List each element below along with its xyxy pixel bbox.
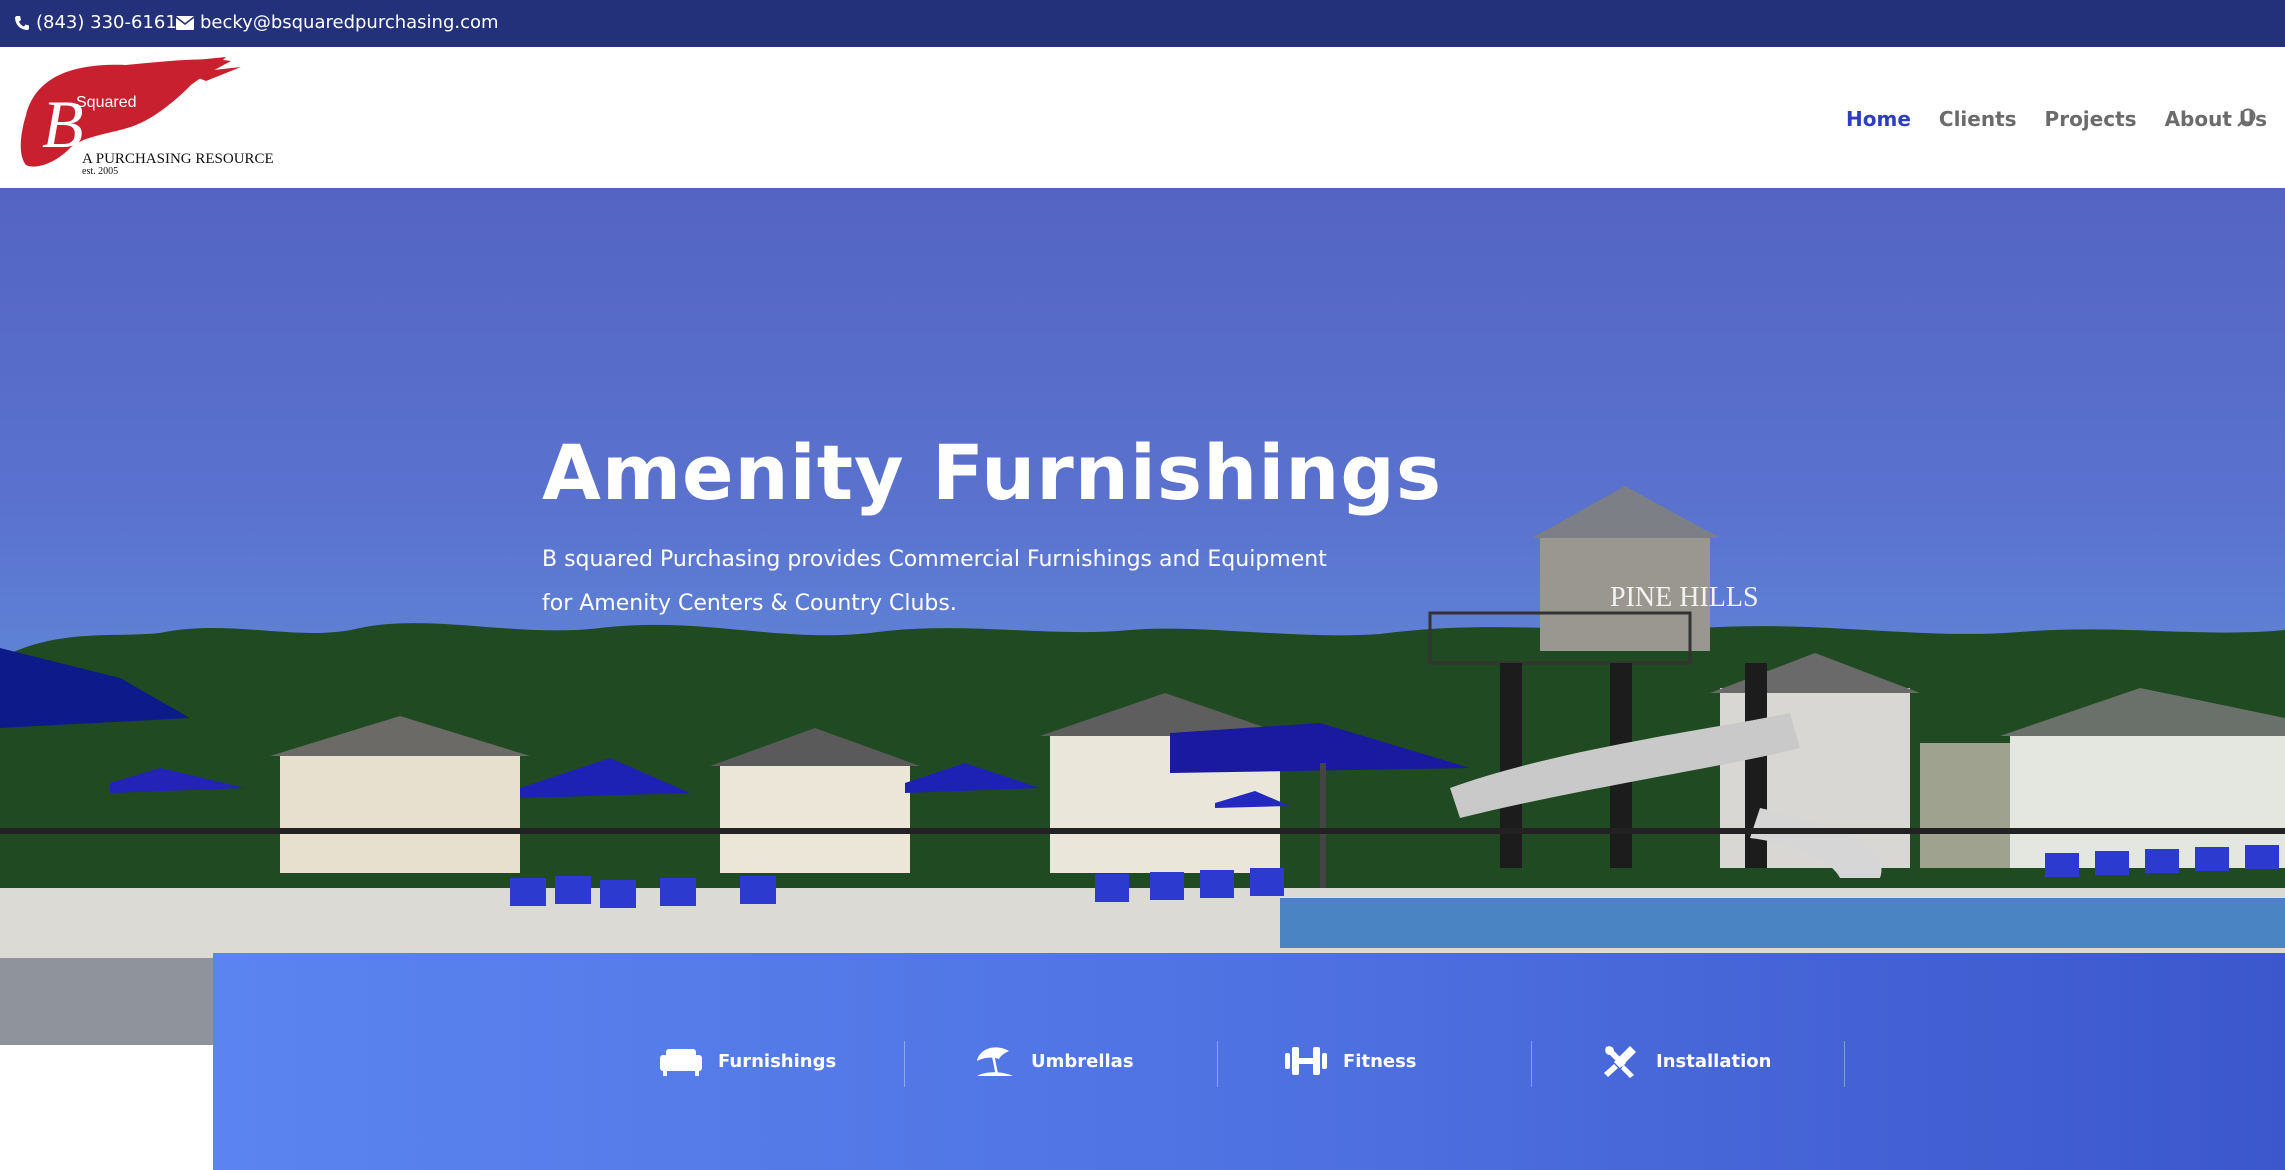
umbrella-icon bbox=[977, 1047, 1013, 1076]
service-furnishings[interactable]: Furnishings bbox=[658, 1038, 836, 1084]
site-header: B Squared A PURCHASING RESOURCE est. 200… bbox=[0, 47, 2285, 188]
phone-number: (843) 330-6161 bbox=[36, 12, 177, 33]
logo-word: Squared bbox=[76, 94, 137, 111]
nav-item-clients[interactable]: Clients bbox=[1939, 107, 2017, 131]
hero-banner: PINE HILLS Amenity Furnishings B squared… bbox=[0, 188, 2285, 1045]
nav-item-projects[interactable]: Projects bbox=[2045, 107, 2137, 131]
service-divider bbox=[1217, 1041, 1218, 1087]
contact-topbar: (843) 330-6161 becky@bsquaredpurchasing.… bbox=[0, 0, 2285, 47]
service-divider bbox=[904, 1041, 905, 1087]
search-icon[interactable] bbox=[2236, 107, 2258, 129]
service-divider bbox=[1531, 1041, 1532, 1087]
service-divider bbox=[1844, 1041, 1845, 1087]
service-umbrellas[interactable]: Umbrellas bbox=[971, 1038, 1134, 1084]
site-logo[interactable]: B Squared A PURCHASING RESOURCE est. 200… bbox=[16, 55, 336, 177]
dumbbell-icon bbox=[1285, 1047, 1327, 1075]
service-fitness[interactable]: Fitness bbox=[1283, 1038, 1417, 1084]
email-address: becky@bsquaredpurchasing.com bbox=[200, 12, 499, 33]
logo-established: est. 2005 bbox=[82, 166, 118, 175]
service-label: Umbrellas bbox=[1031, 1050, 1134, 1072]
nav-item-home[interactable]: Home bbox=[1846, 107, 1911, 131]
services-bar: Furnishings Umbrellas Fitness Installati… bbox=[213, 953, 2285, 1170]
phone-icon bbox=[15, 15, 29, 30]
service-label: Fitness bbox=[1343, 1050, 1417, 1072]
service-label: Furnishings bbox=[718, 1050, 837, 1072]
hero-subtitle: B squared Purchasing provides Commercial… bbox=[542, 547, 1327, 616]
service-label: Installation bbox=[1656, 1050, 1772, 1072]
phone-link[interactable]: (843) 330-6161 bbox=[14, 12, 177, 33]
sofa-icon bbox=[660, 1049, 702, 1076]
hero-title: Amenity Furnishings bbox=[542, 428, 1443, 517]
service-installation[interactable]: Installation bbox=[1596, 1038, 1771, 1084]
tools-icon bbox=[1604, 1046, 1636, 1078]
logo-tagline: A PURCHASING RESOURCE bbox=[82, 151, 274, 167]
main-navigation: Home Clients Projects About Us bbox=[1846, 107, 2267, 131]
envelope-icon bbox=[176, 15, 194, 30]
water-tower-sign: PINE HILLS bbox=[1610, 582, 1759, 613]
email-link[interactable]: becky@bsquaredpurchasing.com bbox=[176, 12, 499, 33]
